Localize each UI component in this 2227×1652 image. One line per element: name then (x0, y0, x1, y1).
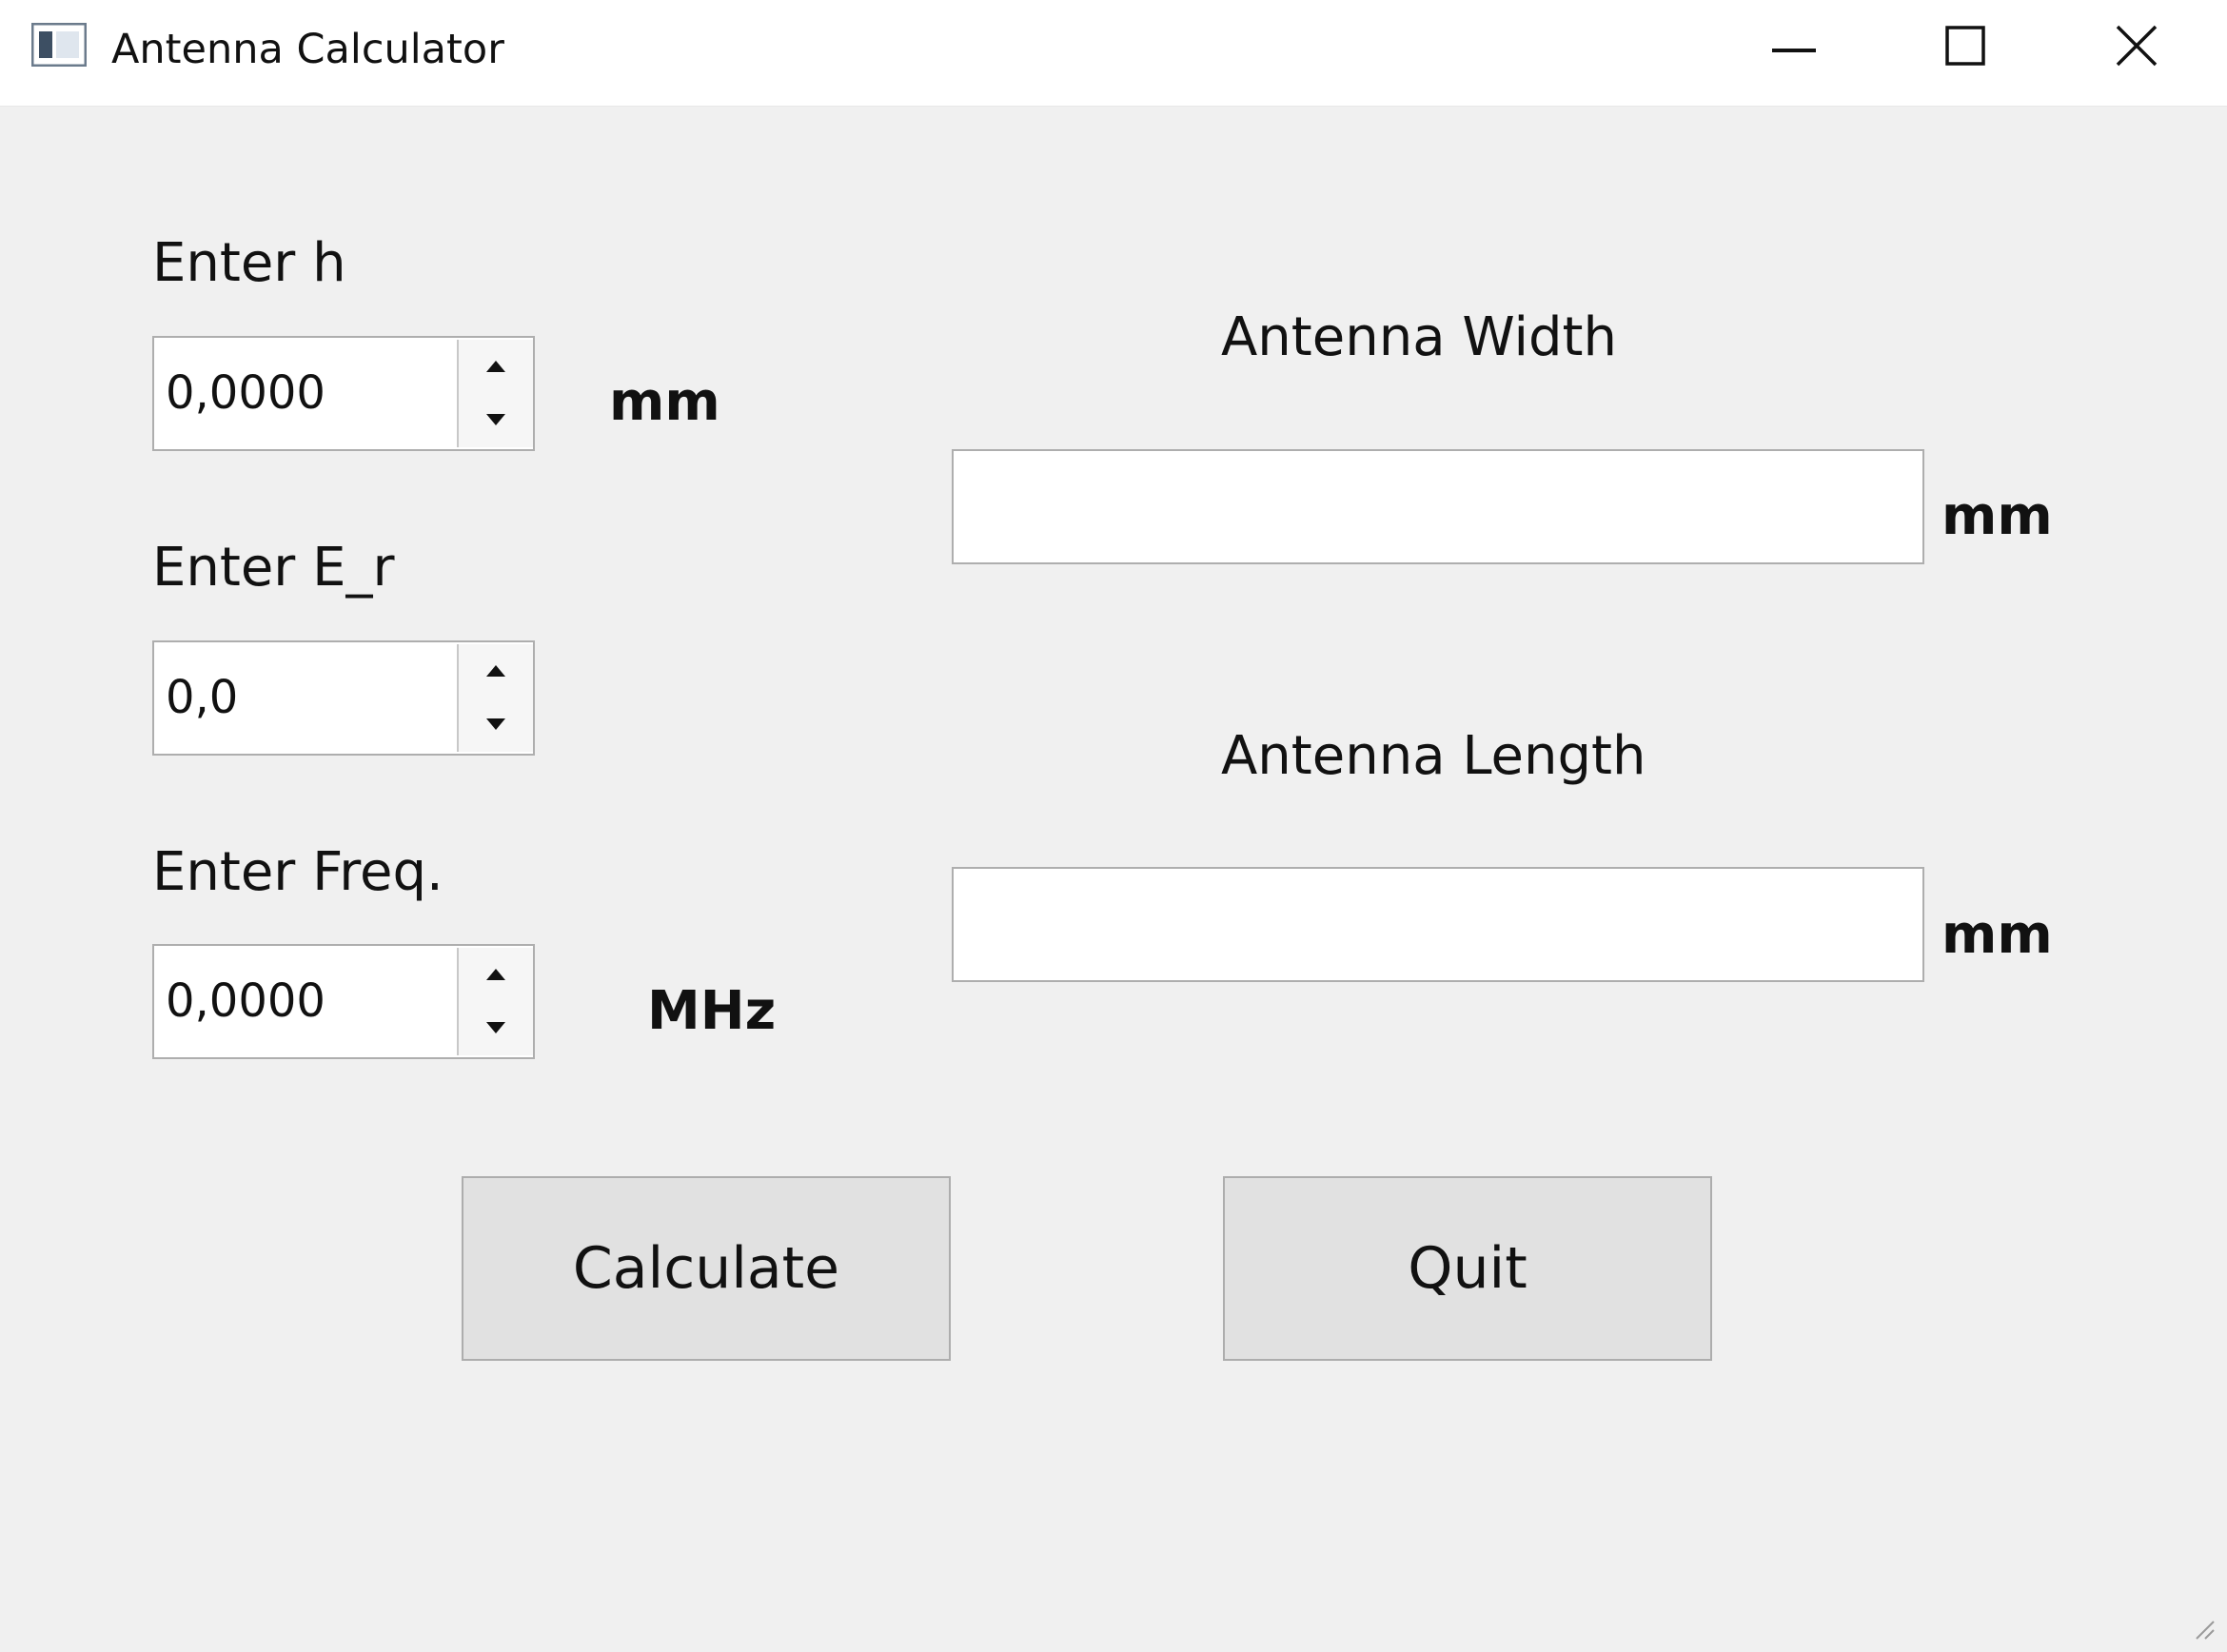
length-unit-label: mm (1941, 904, 2053, 966)
h-spinbox[interactable]: 0,0000 (152, 336, 535, 451)
h-unit-label: mm (609, 371, 720, 433)
freq-label: Enter Freq. (152, 841, 443, 903)
h-input[interactable]: 0,0000 (166, 338, 451, 449)
quit-button[interactable]: Quit (1223, 1176, 1712, 1361)
arrow-down-icon (486, 1022, 505, 1033)
maximize-button[interactable] (1894, 0, 2037, 95)
antenna-length-label: Antenna Length (1221, 725, 1646, 787)
h-spin-buttons (457, 340, 533, 447)
er-decrement-button[interactable] (459, 698, 533, 751)
arrow-up-icon (486, 361, 505, 372)
antenna-width-label: Antenna Width (1221, 306, 1618, 368)
arrow-down-icon (486, 718, 505, 730)
arrow-down-icon (486, 414, 505, 425)
h-label: Enter h (152, 232, 346, 294)
minimize-button[interactable] (1723, 0, 1865, 95)
antenna-length-output[interactable] (952, 867, 1924, 982)
freq-input[interactable]: 0,0000 (166, 946, 451, 1057)
freq-increment-button[interactable] (459, 948, 533, 1001)
minimize-icon (1772, 39, 1816, 57)
arrow-up-icon (486, 665, 505, 677)
window-title: Antenna Calculator (111, 26, 504, 73)
antenna-width-output[interactable] (952, 449, 1924, 564)
er-increment-button[interactable] (459, 644, 533, 698)
close-button[interactable] (2065, 0, 2208, 95)
resize-grip-icon[interactable] (2189, 1614, 2216, 1641)
title-bar[interactable]: Antenna Calculator (0, 0, 2227, 107)
freq-decrement-button[interactable] (459, 1001, 533, 1054)
arrow-up-icon (486, 969, 505, 980)
er-input[interactable]: 0,0 (166, 642, 451, 754)
maximize-icon (1945, 26, 1985, 69)
er-spin-buttons (457, 644, 533, 752)
er-spinbox[interactable]: 0,0 (152, 640, 535, 756)
freq-spin-buttons (457, 948, 533, 1055)
calculate-button[interactable]: Calculate (462, 1176, 951, 1361)
width-unit-label: mm (1941, 485, 2053, 547)
h-decrement-button[interactable] (459, 393, 533, 446)
freq-spinbox[interactable]: 0,0000 (152, 944, 535, 1059)
app-window: Antenna Calculator Enter h 0,0000 mm Ent… (0, 0, 2227, 1652)
freq-unit-label: MHz (647, 980, 777, 1042)
er-label: Enter E_r (152, 537, 395, 599)
app-window-icon (30, 22, 88, 68)
close-icon (2116, 25, 2158, 70)
h-increment-button[interactable] (459, 340, 533, 393)
